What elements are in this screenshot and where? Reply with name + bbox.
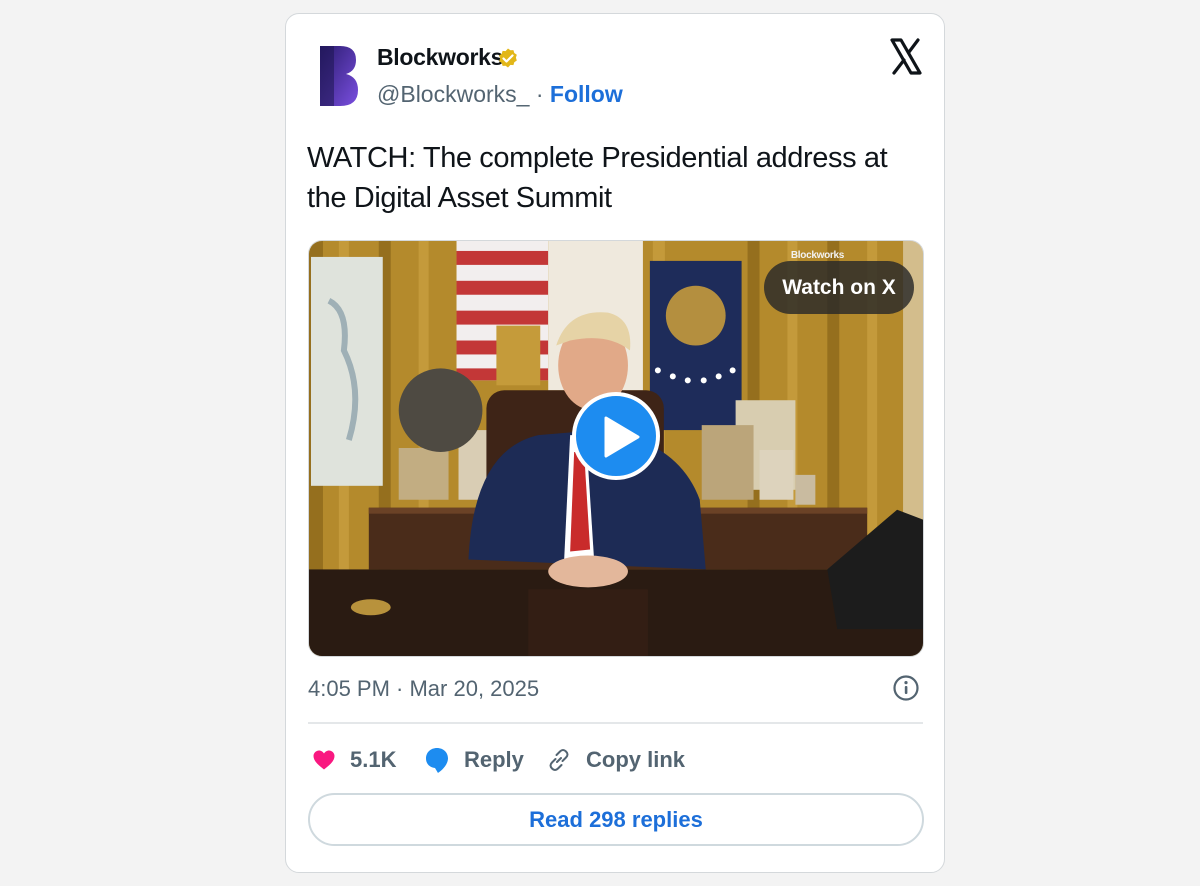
like-button[interactable]: 5.1K <box>312 742 396 778</box>
author-handle-row: @Blockworks_ · Follow <box>377 81 623 108</box>
verified-badge-icon <box>499 48 517 68</box>
blockworks-logo-avatar[interactable] <box>316 44 360 108</box>
tweet-text: WATCH: The complete Presidential address… <box>307 142 888 214</box>
copy-link-label: Copy link <box>586 747 686 772</box>
link-icon <box>549 749 569 771</box>
copy-link-button[interactable]: Copy link <box>546 742 685 778</box>
play-icon <box>604 416 640 458</box>
tweet-timestamp[interactable]: 4:05 PM · Mar 20, 2025 <box>308 676 539 702</box>
author-handle[interactable]: @Blockworks_ <box>377 81 529 107</box>
video-watermark: Blockworks <box>790 250 844 261</box>
reply-bubble-icon <box>426 748 448 773</box>
follow-button[interactable]: Follow <box>550 81 623 107</box>
watch-on-x-button[interactable]: Watch on X <box>764 261 914 314</box>
info-icon[interactable] <box>892 674 920 702</box>
author-name[interactable]: Blockworks <box>377 44 503 71</box>
like-count: 5.1K <box>350 747 397 772</box>
x-logo-icon[interactable] <box>890 38 922 75</box>
read-replies-button[interactable]: Read 298 replies <box>308 793 924 846</box>
tweet-actions: 5.1K Reply Copy link <box>308 742 924 778</box>
video-player[interactable]: Blockworks Watch on X <box>308 240 924 657</box>
reply-button[interactable]: Reply <box>424 742 524 778</box>
handle-separator: · <box>535 81 544 107</box>
tweet-card: Blockworks @Blockworks_ · Follow WATCH: … <box>285 13 945 873</box>
play-button[interactable] <box>572 392 660 480</box>
heart-icon <box>313 750 335 770</box>
reply-label: Reply <box>464 747 524 772</box>
divider <box>308 722 923 724</box>
